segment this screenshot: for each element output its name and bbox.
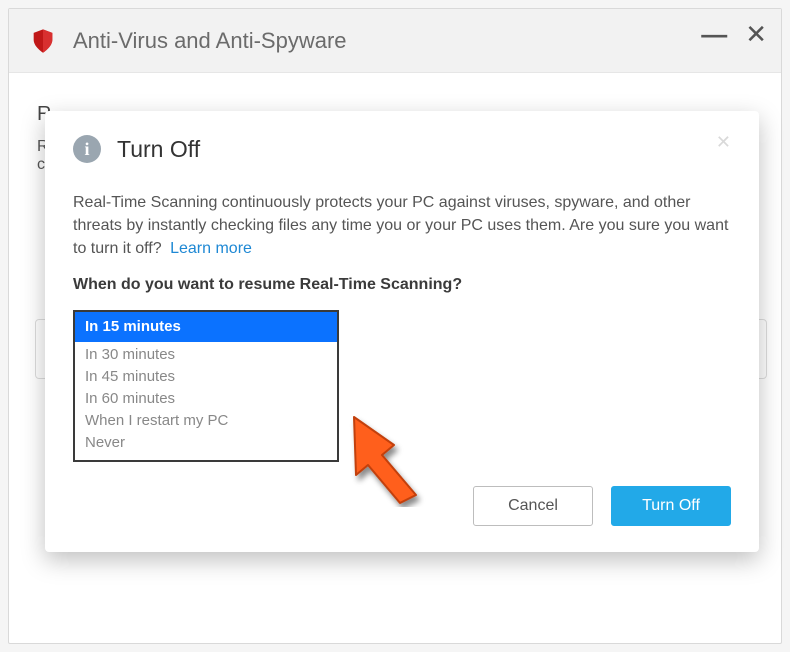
shield-icon — [29, 27, 57, 55]
turn-off-dialog: i Turn Off ✕ Real-Time Scanning continuo… — [45, 111, 759, 552]
dropdown-option[interactable]: In 30 minutes — [75, 344, 337, 366]
dialog-header: i Turn Off ✕ — [73, 135, 731, 163]
resume-dropdown[interactable]: In 15 minutes In 30 minutes In 45 minute… — [73, 310, 339, 462]
dropdown-option[interactable]: In 45 minutes — [75, 366, 337, 388]
app-title: Anti-Virus and Anti-Spyware — [73, 28, 347, 54]
dialog-title: Turn Off — [117, 136, 200, 163]
dialog-close-button[interactable]: ✕ — [716, 135, 731, 149]
info-icon: i — [73, 135, 101, 163]
dropdown-option[interactable]: Never — [75, 432, 337, 454]
app-window: risk.com Anti-Virus and Anti-Spyware — ✕… — [8, 8, 782, 644]
dropdown-option[interactable]: In 60 minutes — [75, 388, 337, 410]
close-button[interactable]: ✕ — [745, 23, 767, 45]
window-controls: — ✕ — [701, 23, 767, 45]
dialog-footer: Cancel Turn Off — [73, 486, 731, 526]
minimize-button[interactable]: — — [701, 23, 727, 45]
turn-off-button[interactable]: Turn Off — [611, 486, 731, 526]
resume-question: When do you want to resume Real-Time Sca… — [73, 273, 731, 296]
learn-more-link[interactable]: Learn more — [170, 240, 252, 257]
dialog-body: Real-Time Scanning continuously protects… — [73, 191, 731, 462]
dropdown-list: In 30 minutes In 45 minutes In 60 minute… — [75, 342, 337, 460]
cancel-button[interactable]: Cancel — [473, 486, 593, 526]
title-bar: Anti-Virus and Anti-Spyware — ✕ — [9, 9, 781, 73]
dropdown-selected[interactable]: In 15 minutes — [75, 312, 337, 342]
dropdown-option[interactable]: When I restart my PC — [75, 410, 337, 432]
